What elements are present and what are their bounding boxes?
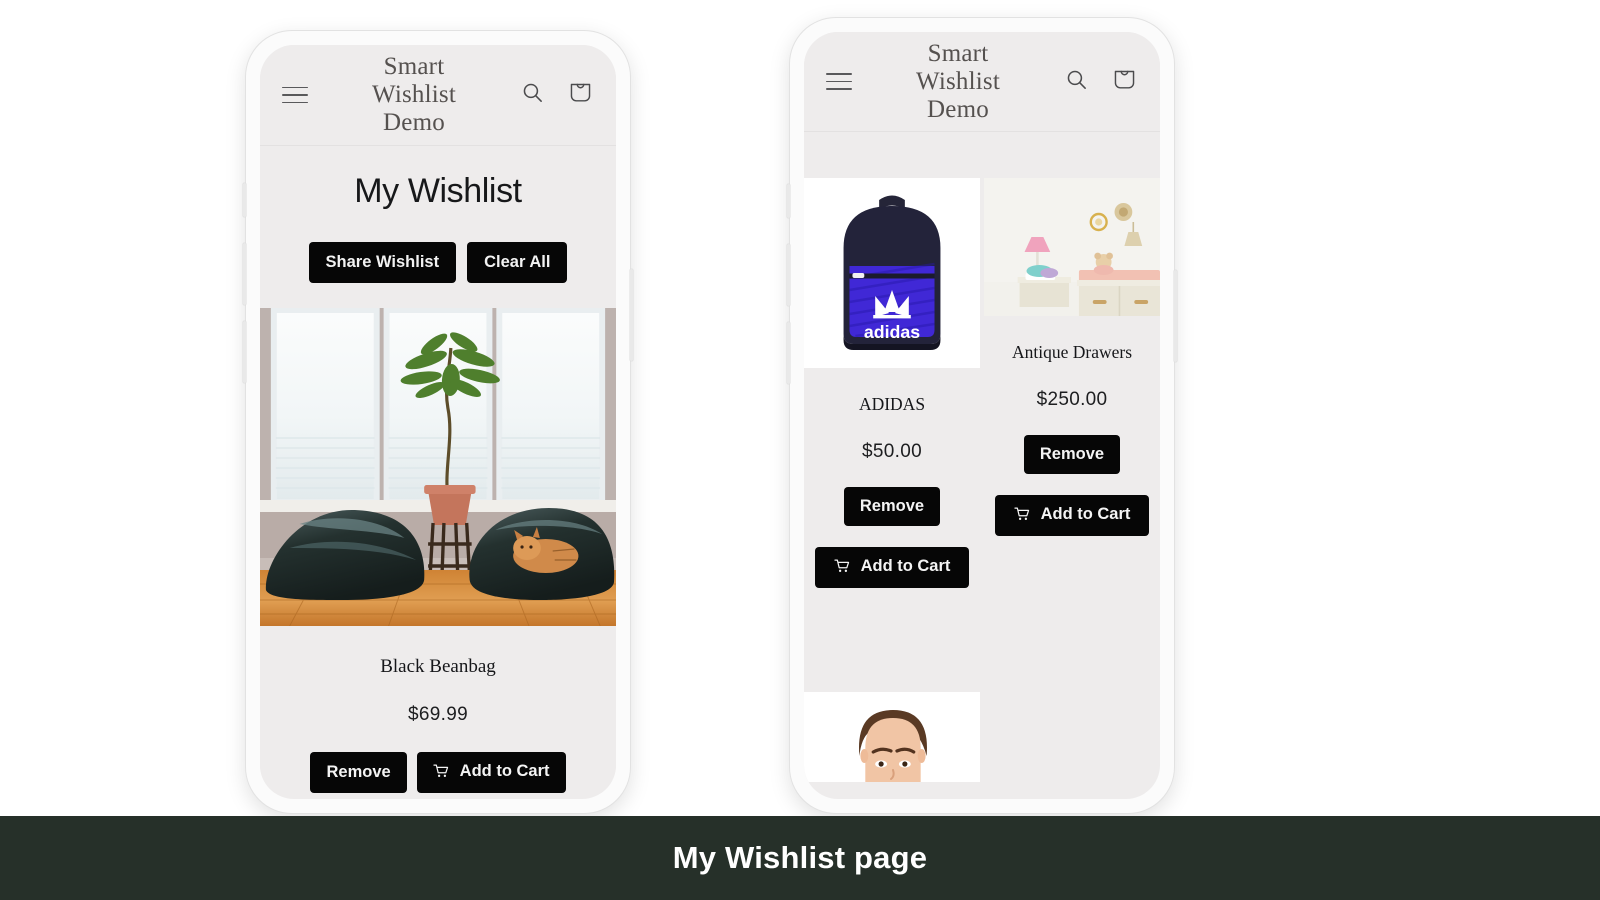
add-to-cart-row: Add to Cart bbox=[984, 474, 1160, 536]
store-title-wrap: Smart Wishlist Demo bbox=[852, 40, 1064, 124]
add-to-cart-label: Add to Cart bbox=[459, 762, 550, 780]
shopping-bag-icon bbox=[570, 83, 591, 102]
screenshot-stage: Smart Wishlist Demo My Wishlist Share Wi… bbox=[0, 0, 1600, 900]
wishlist-grid: adidas ADIDAS $50.00 Remove Add to Cart … bbox=[804, 178, 1160, 588]
search-icon bbox=[523, 83, 542, 102]
phone-silent-switch[interactable] bbox=[787, 184, 790, 218]
phone-volume-down-button[interactable] bbox=[243, 321, 246, 383]
phone-volume-up-button[interactable] bbox=[787, 244, 790, 306]
phone-screen-left: Smart Wishlist Demo My Wishlist Share Wi… bbox=[260, 45, 616, 799]
phone-screen-right: Smart Wishlist Demo adidas ADIDAS $50.00… bbox=[804, 32, 1160, 799]
caption-text: My Wishlist page bbox=[672, 840, 928, 875]
content-spacer bbox=[804, 132, 1160, 178]
wishlist-grid-next-row bbox=[804, 588, 1160, 782]
wishlist-item: adidas ADIDAS $50.00 Remove Add to Cart bbox=[804, 178, 980, 588]
hamburger-menu-icon[interactable] bbox=[282, 86, 308, 104]
phone-volume-down-button[interactable] bbox=[787, 322, 790, 384]
phone-power-button[interactable] bbox=[1174, 270, 1177, 362]
add-to-cart-button[interactable]: Add to Cart bbox=[815, 547, 969, 588]
product-name: Antique Drawers bbox=[1011, 342, 1133, 362]
add-to-cart-row: Add to Cart bbox=[804, 526, 980, 588]
product-image-black-beanbag[interactable] bbox=[260, 308, 616, 626]
product-name: ADIDAS bbox=[858, 394, 926, 414]
search-icon bbox=[1067, 70, 1086, 89]
add-to-cart-button[interactable]: Add to Cart bbox=[995, 495, 1149, 536]
store-header: Smart Wishlist Demo bbox=[260, 45, 616, 146]
caption-bar: My Wishlist page bbox=[0, 816, 1600, 900]
cart-icon bbox=[1013, 507, 1030, 526]
hamburger-menu-icon[interactable] bbox=[826, 73, 852, 90]
remove-button[interactable]: Remove bbox=[1023, 435, 1121, 474]
wishlist-actions: Share Wishlist Clear All bbox=[260, 211, 616, 308]
product-price: $250.00 bbox=[1036, 389, 1108, 410]
remove-button[interactable]: Remove bbox=[843, 487, 941, 526]
product-image-adidas[interactable]: adidas bbox=[804, 178, 980, 368]
store-header: Smart Wishlist Demo bbox=[804, 32, 1160, 132]
product-buttons: Remove Add to Cart bbox=[260, 726, 616, 793]
wishlist-page-body: My Wishlist Share Wishlist Clear All Bla… bbox=[260, 146, 616, 793]
remove-row: Remove bbox=[984, 411, 1160, 474]
product-image-antique-drawers[interactable] bbox=[984, 178, 1160, 316]
shopping-bag-icon bbox=[1114, 70, 1135, 89]
grid-empty-cell bbox=[984, 692, 1160, 782]
phone-volume-up-button[interactable] bbox=[243, 243, 246, 305]
add-to-cart-button[interactable]: Add to Cart bbox=[416, 752, 566, 793]
product-image-person[interactable] bbox=[804, 692, 980, 782]
remove-button[interactable]: Remove bbox=[310, 752, 407, 793]
cart-button[interactable] bbox=[567, 79, 594, 111]
add-to-cart-label: Add to Cart bbox=[860, 557, 951, 575]
search-button[interactable] bbox=[520, 80, 545, 110]
product-price: $50.00 bbox=[862, 441, 922, 462]
clear-all-button[interactable]: Clear All bbox=[467, 242, 568, 283]
cart-button[interactable] bbox=[1111, 66, 1138, 98]
header-actions bbox=[520, 79, 594, 111]
add-to-cart-label: Add to Cart bbox=[1040, 505, 1131, 523]
phone-mockup-left: Smart Wishlist Demo My Wishlist Share Wi… bbox=[243, 31, 633, 813]
menu-button[interactable] bbox=[282, 81, 308, 110]
menu-button[interactable] bbox=[826, 67, 852, 96]
cart-icon bbox=[433, 764, 449, 783]
cart-icon bbox=[833, 559, 850, 578]
store-title: Smart Wishlist Demo bbox=[372, 53, 456, 136]
phone-mockup-right: Smart Wishlist Demo adidas ADIDAS $50.00… bbox=[787, 18, 1177, 813]
phone-power-button[interactable] bbox=[630, 269, 633, 361]
svg-text:adidas: adidas bbox=[864, 322, 920, 342]
wishlist-item: Black Beanbag $69.99 Remove Add to Cart bbox=[260, 308, 616, 793]
store-title: Smart Wishlist Demo bbox=[916, 39, 1000, 123]
product-name: Black Beanbag bbox=[380, 656, 496, 677]
share-wishlist-button[interactable]: Share Wishlist bbox=[308, 242, 457, 283]
product-price: $69.99 bbox=[408, 704, 468, 725]
wishlist-item: Antique Drawers $250.00 Remove Add to Ca… bbox=[984, 178, 1160, 588]
page-title: My Wishlist bbox=[354, 172, 522, 210]
search-button[interactable] bbox=[1064, 67, 1089, 97]
store-title-wrap: Smart Wishlist Demo bbox=[308, 53, 520, 137]
phone-silent-switch[interactable] bbox=[243, 183, 246, 217]
header-actions bbox=[1064, 66, 1138, 98]
remove-row: Remove bbox=[804, 463, 980, 526]
